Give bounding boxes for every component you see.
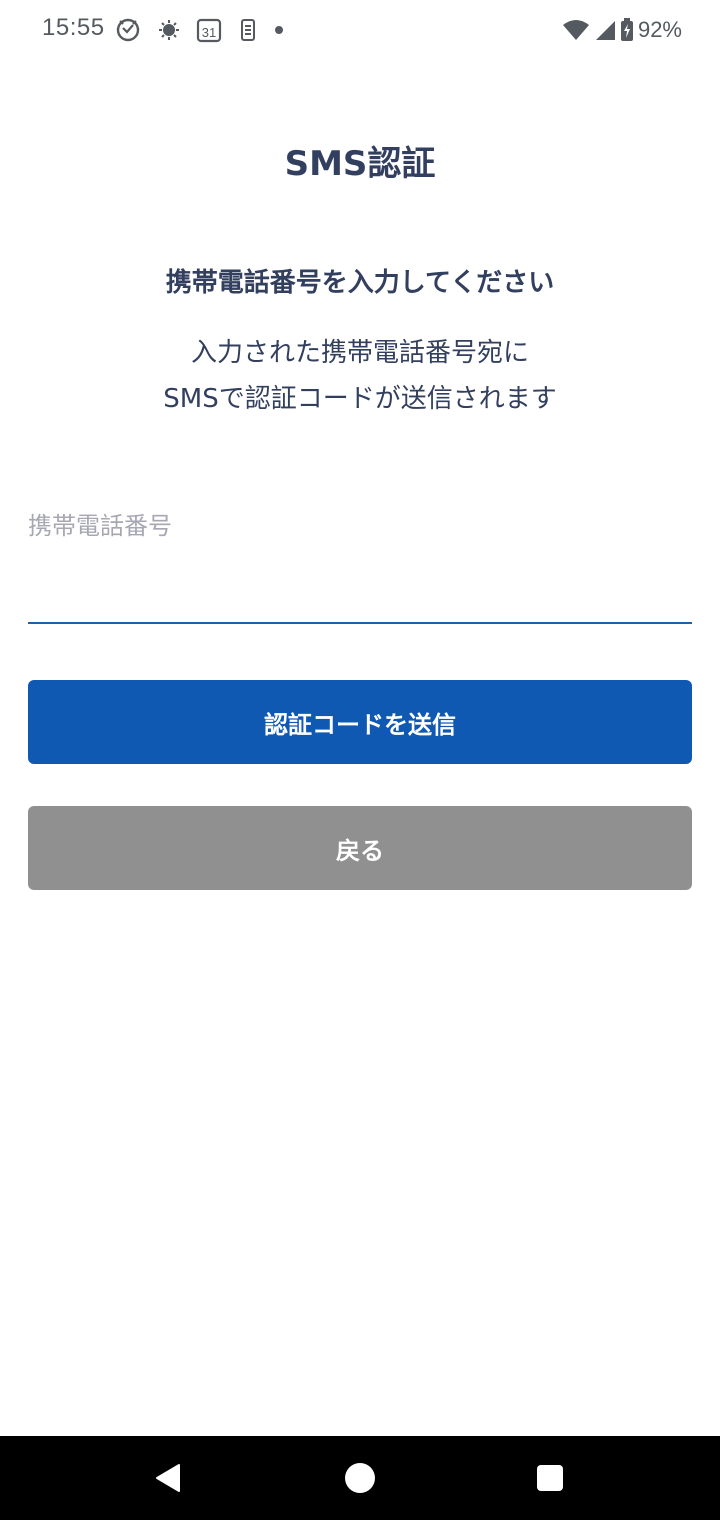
calendar-day: 31 xyxy=(202,25,216,40)
wifi-icon xyxy=(562,19,590,41)
instruction-line-2: SMSで認証コードが送信されます xyxy=(163,384,557,414)
navigation-bar xyxy=(0,1436,720,1520)
battery-percentage: 92% xyxy=(637,17,682,42)
phone-number-input[interactable] xyxy=(28,500,692,622)
recents-icon xyxy=(537,1465,563,1491)
nav-back-button[interactable] xyxy=(128,1436,208,1520)
home-icon xyxy=(345,1463,375,1493)
notification-icon xyxy=(114,16,142,44)
instruction-line-1: 入力された携帯電話番号宛に xyxy=(190,338,529,368)
calendar-icon: 31 xyxy=(196,17,222,43)
phone-number-field[interactable]: 携帯電話番号 xyxy=(28,500,692,624)
back-button[interactable]: 戻る xyxy=(28,806,692,890)
send-code-button[interactable]: 認証コードを送信 xyxy=(28,680,692,764)
page-title: SMS認証 xyxy=(284,144,436,184)
nav-home-button[interactable] xyxy=(320,1436,400,1520)
status-icons-left: 31 xyxy=(114,14,300,46)
status-time: 15:55 xyxy=(42,14,105,41)
dot-icon xyxy=(274,25,284,35)
status-icons-right: 92% xyxy=(562,14,682,46)
battery-icon xyxy=(620,18,634,42)
nav-recents-button[interactable] xyxy=(510,1436,590,1520)
instruction-text: 入力された携帯電話番号宛に SMSで認証コードが送信されます xyxy=(0,330,720,422)
status-bar: 15:55 31 92% xyxy=(0,0,720,60)
instruction-heading: 携帯電話番号を入力してください xyxy=(165,268,555,298)
back-icon xyxy=(156,1464,180,1492)
weather-icon xyxy=(158,19,180,41)
signal-icon xyxy=(594,19,616,41)
device-icon xyxy=(238,18,258,42)
